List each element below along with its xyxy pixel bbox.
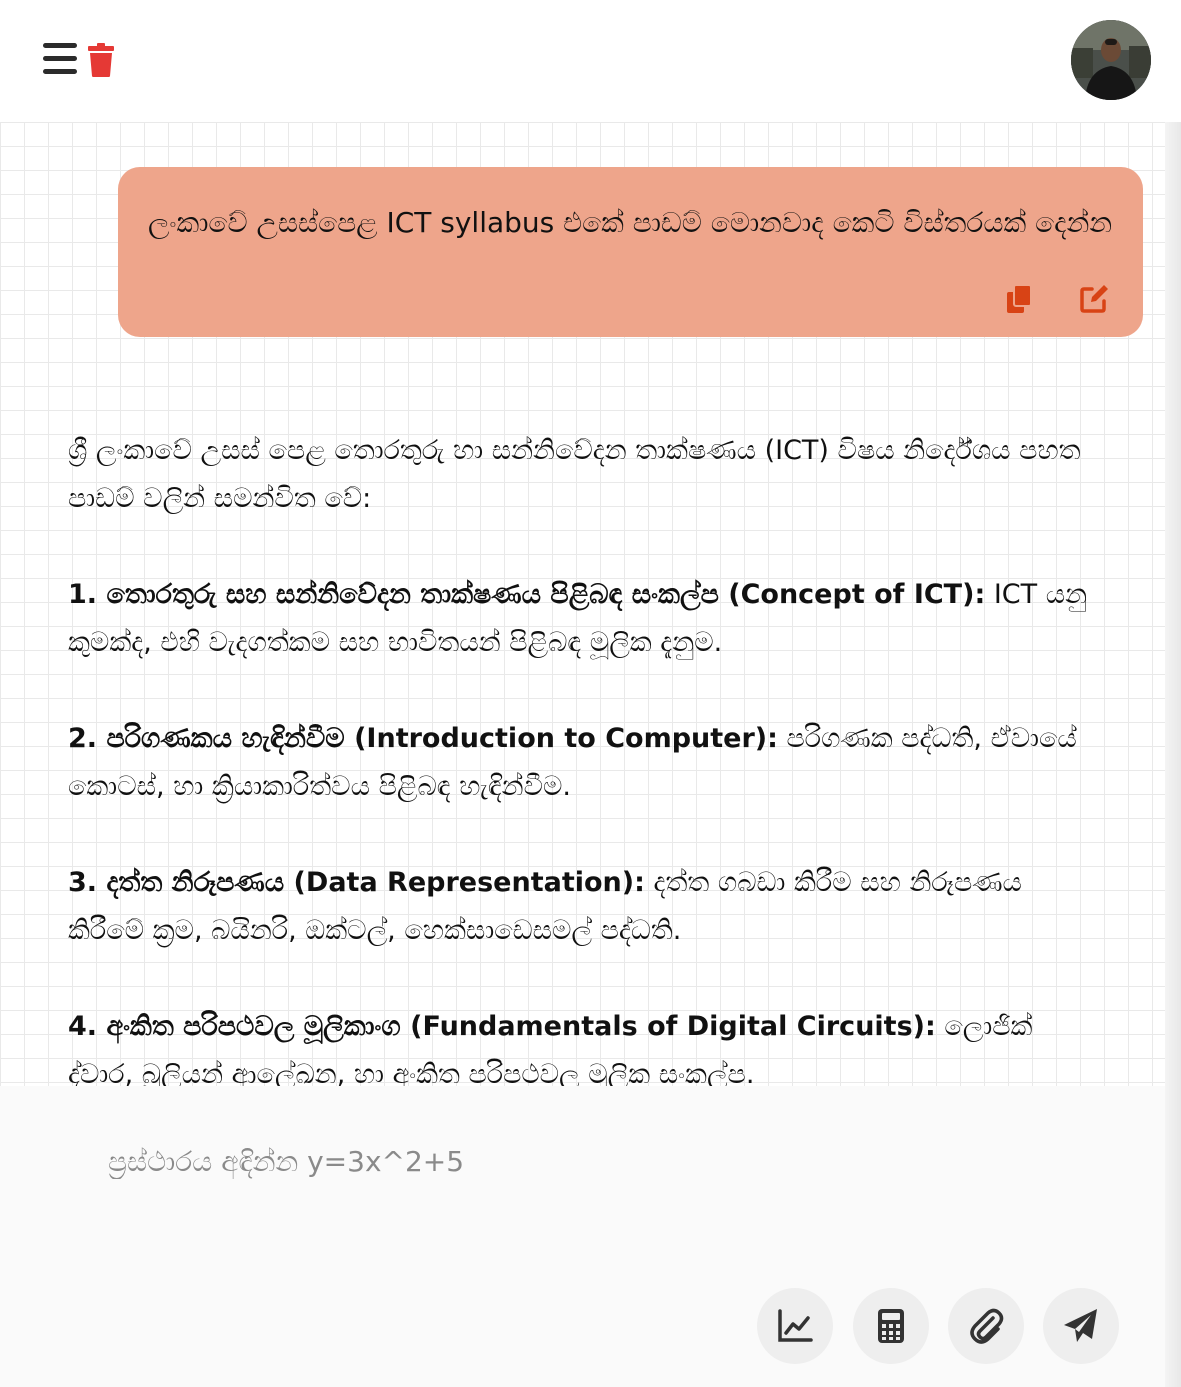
- menu-bar: [43, 43, 77, 48]
- chat-app: ලංකාවේ උසස්පෙළ ICT syllabus එකේ පාඩම් මො…: [0, 0, 1181, 1387]
- calculator-button[interactable]: [853, 1288, 929, 1364]
- message-composer: [0, 1086, 1165, 1387]
- delete-chat-button[interactable]: [86, 42, 120, 78]
- reply-item-title: 2. පරිගණකය හැඳින්වීම (Introduction to Co…: [68, 723, 778, 754]
- reply-item: 2. පරිගණකය හැඳින්වීම (Introduction to Co…: [68, 715, 1098, 811]
- menu-button[interactable]: [40, 40, 80, 80]
- calculator-icon: [878, 1309, 904, 1343]
- reply-item-title: 1. තොරතුරු සහ සන්නිවේදන තාක්ෂණය පිළිබඳ ස…: [68, 579, 986, 610]
- message-input[interactable]: [108, 1136, 1008, 1186]
- reply-item: 4. අංකිත පරිපථවල මූලිකාංග (Fundamentals …: [68, 1003, 1098, 1086]
- chart-icon: [778, 1309, 813, 1342]
- copy-icon: [1007, 284, 1032, 313]
- edit-message-button[interactable]: [1078, 283, 1110, 315]
- reply-item: 1. තොරතුරු සහ සන්නිවේදන තාක්ෂණය පිළිබඳ ස…: [68, 571, 1098, 667]
- scrollbar-track[interactable]: [1165, 122, 1181, 1387]
- reply-item-title: 4. අංකිත පරිපථවල මූලිකාංග (Fundamentals …: [68, 1011, 936, 1042]
- reply-intro: ශ්‍රී ලංකාවේ උසස් පෙළ තොරතුරු හා සන්නිවේ…: [68, 435, 1081, 514]
- plot-chart-button[interactable]: [757, 1288, 833, 1364]
- edit-icon: [1080, 285, 1108, 313]
- chat-area[interactable]: ලංකාවේ උසස්පෙළ ICT syllabus එකේ පාඩම් මො…: [0, 122, 1165, 1086]
- menu-bar: [43, 69, 77, 74]
- assistant-reply: ශ්‍රී ලංකාවේ උසස් පෙළ තොරතුරු හා සන්නිවේ…: [68, 427, 1098, 1086]
- menu-bar: [43, 56, 77, 61]
- top-bar: [0, 0, 1181, 122]
- send-button[interactable]: [1043, 1288, 1119, 1364]
- user-message-text: ලංකාවේ උසස්පෙළ ICT syllabus එකේ පාඩම් මො…: [148, 206, 1113, 239]
- attach-file-button[interactable]: [948, 1288, 1024, 1364]
- send-icon: [1064, 1309, 1097, 1342]
- avatar-photo: [1071, 20, 1151, 100]
- reply-item-title: 3. දත්ත නිරූපණය (Data Representation):: [68, 867, 645, 898]
- user-avatar[interactable]: [1071, 20, 1151, 100]
- user-message-bubble: ලංකාවේ උසස්පෙළ ICT syllabus එකේ පාඩම් මො…: [118, 167, 1143, 337]
- reply-item: 3. දත්ත නිරූපණය (Data Representation): ද…: [68, 859, 1098, 955]
- trash-icon: [88, 43, 114, 77]
- copy-message-button[interactable]: [1004, 283, 1036, 315]
- paperclip-icon: [970, 1308, 1004, 1344]
